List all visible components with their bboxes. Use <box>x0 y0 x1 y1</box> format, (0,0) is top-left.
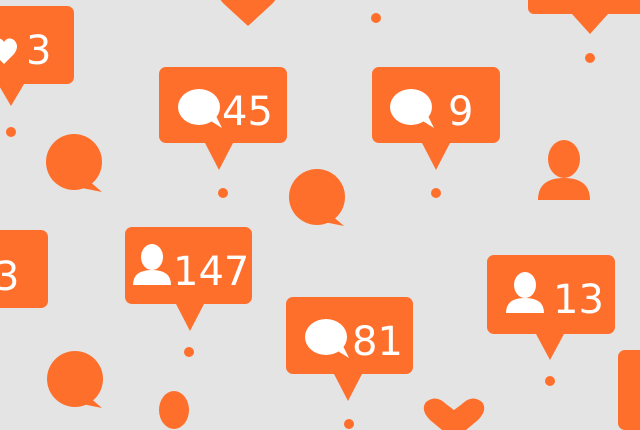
user-icon <box>538 140 590 200</box>
dot <box>184 347 194 357</box>
comments-notification: 45 <box>159 67 287 170</box>
comments-count: 45 <box>222 89 273 135</box>
speech-bubble-icon <box>289 169 345 226</box>
followers-notification: 3 <box>0 230 48 308</box>
notification-pattern-canvas: 3 45 9 3 147 81 13 <box>0 0 640 430</box>
likes-notification: 3 <box>0 6 74 106</box>
followers-notification: 147 <box>125 227 252 331</box>
dot <box>545 376 555 386</box>
dot <box>344 419 354 429</box>
likes-count: 3 <box>26 28 51 74</box>
followers-count: 147 <box>173 249 249 295</box>
followers-notification: 13 <box>487 255 615 360</box>
comments-count: 81 <box>352 319 403 365</box>
dot <box>431 188 441 198</box>
dot <box>585 53 595 63</box>
dot <box>371 13 381 23</box>
followers-count: 13 <box>553 277 604 323</box>
speech-bubble-icon <box>47 351 103 408</box>
notification-pattern: 3 45 9 3 147 81 13 <box>0 0 640 430</box>
notification-bubble-partial-right <box>618 350 640 430</box>
heart-icon <box>220 0 276 26</box>
balloon-icon <box>159 391 189 429</box>
followers-count: 3 <box>0 254 19 300</box>
dot <box>6 127 16 137</box>
comments-notification: 81 <box>286 297 413 401</box>
speech-bubble-icon <box>46 134 102 192</box>
comments-count: 9 <box>448 89 473 135</box>
notification-bubble-partial-top-right <box>528 0 640 34</box>
comments-notification: 9 <box>372 67 500 170</box>
heart-icon <box>423 398 485 430</box>
dot <box>218 188 228 198</box>
